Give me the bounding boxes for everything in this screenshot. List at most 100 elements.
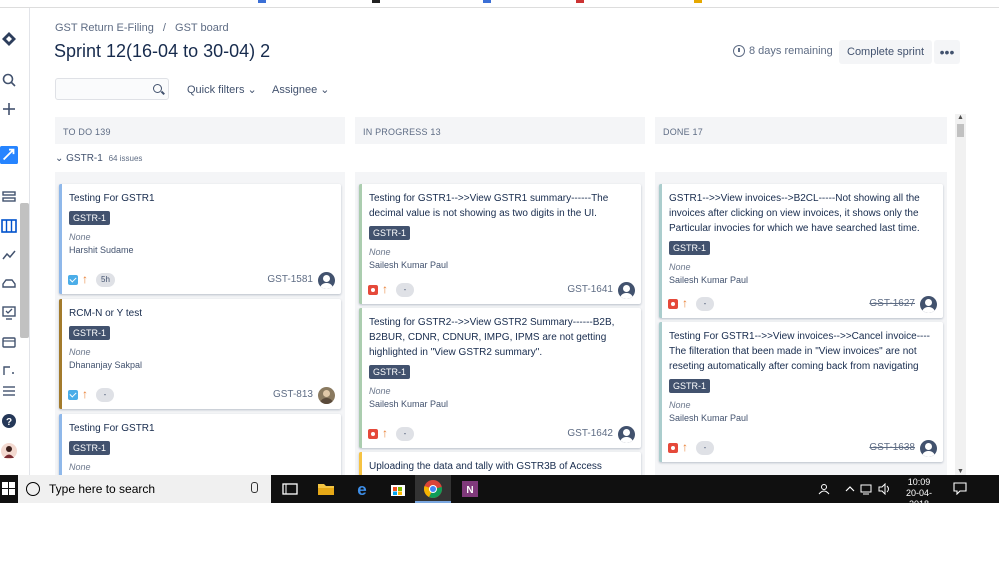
issue-key[interactable]: GST-1641 [567,284,613,295]
epic-label[interactable]: GSTR-1 [669,241,711,255]
epic-label[interactable]: GSTR-1 [669,379,711,393]
assignee-avatar-icon[interactable] [318,272,335,289]
bug-type-icon [368,429,378,439]
board-icon[interactable] [0,217,18,235]
volume-icon[interactable] [878,482,892,498]
browser-tab-strip [0,0,999,8]
swimlane-header[interactable]: ⌄ GSTR-1 64 issues [55,153,142,164]
help-icon[interactable]: ? [0,412,18,430]
jira-logo-icon[interactable] [0,30,18,48]
issue-card[interactable]: Uploading the data and tally with GSTR3B… [359,452,641,475]
issue-key[interactable]: GST-1638 [869,442,915,453]
issue-card[interactable]: RCM-N or Y test GSTR-1 None Dhananjay Sakpa… [59,299,341,409]
taskbar-search[interactable]: Type here to search [18,475,271,503]
swimlane-label: ⌄ GSTR-1 [55,153,103,164]
components-icon[interactable] [0,333,18,351]
plus-icon[interactable] [0,100,18,118]
issue-key[interactable]: GST-1627 [869,298,915,309]
project-icon[interactable] [0,146,18,164]
column-label: IN PROGRESS [363,127,428,137]
show-hidden-icons-icon[interactable] [845,483,855,498]
scroll-thumb[interactable] [957,124,964,137]
swimlane-count: 64 issues [108,154,143,163]
epic-label[interactable]: GSTR-1 [369,226,411,240]
priority-high-icon: ↑ [382,426,388,440]
issues-icon[interactable] [0,304,18,322]
cortana-icon [26,482,40,496]
scroll-up-icon[interactable]: ▲ [957,114,964,121]
board-scrollbar[interactable]: ▲ ▼ [955,114,966,475]
task-type-icon [68,275,78,285]
estimate-badge: 5h [96,273,115,287]
backlog-icon[interactable] [0,188,18,206]
column-header-done: DONE 17 [655,117,947,144]
people-icon[interactable] [818,483,830,498]
assignee-avatar-icon[interactable] [318,387,335,404]
epic-label[interactable]: GSTR-1 [69,211,111,225]
issue-card[interactable]: Testing For GSTR1-->>View invoices-->>Ca… [659,322,943,462]
card-summary: Testing For GSTR1 [69,423,155,434]
assignee-name: Sailesh Kumar Paul [369,260,449,270]
issue-key[interactable]: GST-1581 [267,274,313,285]
issue-card[interactable]: Testing for GSTR2-->>View GSTR2 Summary-… [359,308,641,448]
priority-high-icon: ↑ [82,272,88,286]
column-count: 17 [692,127,703,137]
epic-label[interactable]: GSTR-1 [69,441,111,455]
search-icon[interactable] [0,71,18,89]
profile-icon[interactable] [0,442,18,460]
taskbar-time: 10:09 [907,477,931,487]
lane-done: GSTR1-->>View invoices-->B2CL-----Not sh… [655,172,947,475]
assignee-name: Sailesh Kumar Paul [669,275,749,285]
reports-icon[interactable] [0,246,18,264]
issue-key[interactable]: GST-1642 [567,428,613,439]
assignee-avatar-icon[interactable] [618,282,635,299]
releases-icon[interactable] [0,274,18,292]
estimate-badge: - [696,297,714,311]
store-icon[interactable] [388,479,408,499]
epic-label[interactable]: GSTR-1 [369,365,411,379]
more-icon[interactable] [0,382,18,400]
search-input[interactable] [55,78,169,100]
assignee-avatar-icon[interactable] [920,440,937,457]
issue-card[interactable]: GSTR1-->>View invoices-->B2CL-----Not sh… [659,184,943,318]
assignee-filter-dropdown[interactable]: Assignee ⌄ [272,83,330,96]
issue-card[interactable]: Testing For GSTR1 GSTR-1 None Harshit Sudam… [59,184,341,294]
more-actions-button[interactable]: ••• [934,40,960,64]
fix-version: None [369,247,391,257]
estimate-badge: - [696,441,714,455]
issue-card[interactable]: Testing For GSTR1GSTR-1None↑ [59,414,341,475]
quick-filters-dropdown[interactable]: Quick filters ⌄ [187,83,257,96]
file-explorer-icon[interactable] [316,479,336,499]
task-view-icon[interactable] [280,479,300,499]
microphone-icon[interactable] [251,482,258,493]
issue-card[interactable]: Testing for GSTR1-->>View GSTR1 summary-… [359,184,641,304]
chrome-icon[interactable] [423,479,443,499]
column-label: TO DO [63,127,93,137]
assignee-name: Sailesh Kumar Paul [669,413,749,423]
sidebar-scrollbar[interactable] [20,203,29,338]
card-summary: Uploading the data and tally with GSTR3B… [369,461,602,472]
jira-sidebar: ? [0,8,30,475]
addon-icon[interactable] [0,361,18,379]
epic-label[interactable]: GSTR-1 [69,326,111,340]
breadcrumb-board-link[interactable]: GST board [175,22,229,34]
assignee-avatar-icon[interactable] [618,426,635,443]
taskbar-clock[interactable]: 10:09 20-04-2018 [898,477,940,510]
estimate-badge: - [396,283,414,297]
svg-text:N: N [466,485,473,496]
notifications-icon[interactable] [953,482,967,498]
onenote-icon[interactable]: N [460,479,480,499]
bug-type-icon [668,443,678,453]
taskbar-search-text: Type here to search [49,482,156,496]
scroll-down-icon[interactable]: ▼ [957,468,964,475]
column-label: DONE [663,127,690,137]
breadcrumb-separator: / [162,22,166,34]
edge-icon[interactable]: e [352,479,372,499]
issue-key[interactable]: GST-813 [273,389,313,400]
assignee-avatar-icon[interactable] [920,296,937,313]
windows-taskbar: Type here to search e N 10:09 20-04-2018 [0,475,999,509]
windows-start-icon[interactable] [2,482,15,495]
complete-sprint-button[interactable]: Complete sprint [839,40,933,64]
breadcrumb-project-link[interactable]: GST Return E-Filing [55,22,154,34]
network-icon[interactable] [860,483,872,498]
